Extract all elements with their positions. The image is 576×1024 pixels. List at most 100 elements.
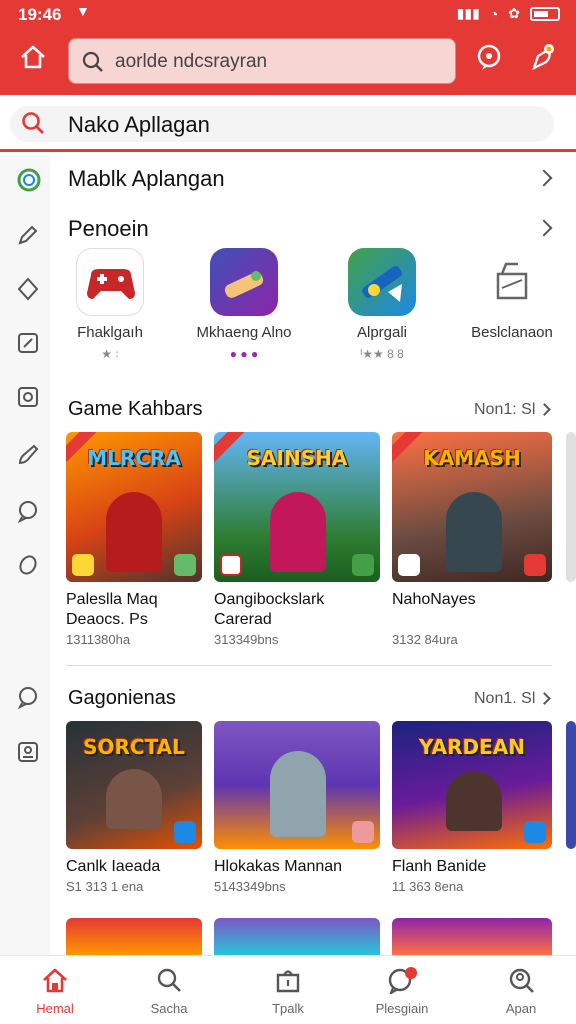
section-title: Gagonienas [68,687,176,709]
refresh-circle-icon[interactable] [16,167,41,192]
search-icon [81,50,105,80]
brush-icon[interactable] [16,443,40,467]
badge-icon [72,554,94,576]
chat-bubble-icon[interactable] [474,42,504,72]
game-card[interactable]: KAMASH NahoNayes 3132 84ura [392,432,552,647]
game-meta: 11 363 8ena [392,879,464,894]
chevron-right-icon[interactable] [538,403,551,416]
app-card[interactable]: Alprgali ᴵ★★ 8 8 [322,248,442,361]
chevron-right-icon[interactable] [535,169,553,187]
app-card[interactable]: Fhaklgaıh ★ ꞉ [50,248,170,361]
home-icon[interactable] [18,42,48,72]
nav-label: Sacha [150,1001,188,1016]
nav-label: Apan [505,1001,537,1016]
signal-icon: ▮▮▮ [456,5,480,21]
game-card[interactable]: YARDEAN Flanh Banide 11 363 8ena [392,721,552,894]
game-logo: SORCTAL [83,735,185,759]
game-card-partial[interactable] [566,721,576,849]
app-card[interactable]: Mkhaeng Alno ● ● ● [184,248,304,361]
game-thumbnail [566,721,576,849]
game-subname [392,610,552,630]
gauge-icon[interactable] [16,331,40,355]
app-card[interactable]: Beslclanaon [452,248,572,347]
tool-app-icon [348,248,416,316]
nav-label: Plesgiain [375,1001,429,1016]
box-icon[interactable] [16,385,40,409]
game-meta: 3132 84ura [392,632,458,647]
game-name: Flanh Banide [392,858,487,875]
game-meta: 1311380ha [66,632,131,647]
nav-search[interactable]: Sacha [114,956,224,1024]
game-thumbnail: KAMASH [392,432,552,582]
badge-icon [398,554,420,576]
suggestion-text: Nako Apllagan [68,112,210,137]
game-meta: S1 313 1 ena [66,879,144,894]
nav-messages[interactable]: Plesgiain [347,956,457,1024]
profile-card-icon[interactable] [16,740,40,764]
battery-icon [530,6,560,21]
game-logo: SAINSHA [246,446,348,470]
game-name: Paleslla Maq [66,591,158,608]
app-name: Alprgali [356,324,408,341]
search-suggestion-row[interactable]: Nako Apllagan [0,96,576,152]
game-card[interactable]: SORCTAL Canlk Iaeada S1 313 1 ena [66,721,202,894]
app-name: Mkhaeng Alno [196,324,292,341]
game-name: Oangibockslark [214,591,325,608]
game-card[interactable]: SAINSHA Oangibockslark Carerad 313349bns [214,432,380,647]
nav-label: Tpalk [272,1001,304,1016]
nav-label: Hemal [36,1001,74,1016]
game-thumbnail-partial[interactable] [214,918,380,955]
package-app-icon [478,248,546,316]
bottom-navigation: Hemal Sacha Tpalk Plesgiain Apan [0,955,576,1024]
app-name: Fhaklgaıh [77,324,143,341]
section-title: Game Kahbars [68,398,203,420]
game-subname: Carerad [214,611,272,628]
game-logo: MLRCRA [87,446,181,470]
diamond-icon[interactable] [16,277,40,301]
pencil-icon[interactable] [16,223,40,247]
nav-account[interactable]: Apan [466,956,576,1024]
comment-icon[interactable] [16,499,40,524]
chevron-right-icon[interactable] [535,219,553,237]
badge-icon [174,554,196,576]
game-card[interactable]: Hlokakas Mannan 5143349bns [214,721,380,894]
see-more-link[interactable]: Non1: Sl [474,401,535,419]
chat-icon [388,967,417,996]
search-placeholder: aorlde ndcsrayran [115,51,268,72]
game-thumbnail [214,721,380,849]
badge-icon [220,554,242,576]
game-thumbnail-partial[interactable] [392,918,552,955]
game-thumbnail: YARDEAN [392,721,552,849]
game-thumbnail [566,432,576,582]
badge-icon [174,821,196,843]
divider [66,665,552,666]
notification-icon[interactable] [528,42,558,72]
home-icon [43,968,67,993]
game-card[interactable]: MLRCRA Paleslla Maq Deaocs. Ps 1311380ha [66,432,202,647]
game-thumbnail: SORCTAL [66,721,202,849]
wifi-icon: ◔ [489,5,499,22]
game-name: NahoNayes [392,591,476,608]
app-meta: ᴵ★★ 8 8 [360,347,404,361]
row-penoein[interactable]: Penoein [68,216,149,242]
game-logo: KAMASH [423,446,521,470]
settings-status-icon: ✿ [508,5,520,21]
game-thumbnail-partial[interactable] [66,918,202,955]
left-rail [0,155,50,955]
row-mablk-aplangan[interactable]: Mablk Aplangan [68,166,225,192]
game-meta: 313349bns [214,632,279,647]
gamepad-app-icon [76,248,144,316]
game-card-partial[interactable] [566,432,576,582]
game-thumbnail: SAINSHA [214,432,380,582]
nav-bag[interactable]: Tpalk [233,956,343,1024]
character-art [446,771,502,831]
search-bar[interactable]: aorlde ndcsrayran [68,38,456,84]
nav-home[interactable]: Hemal [0,956,110,1024]
chevron-right-icon[interactable] [538,692,551,705]
see-more-link[interactable]: Non1. Sl [474,690,535,708]
message-icon[interactable] [16,685,40,710]
status-time: 19:46 [18,5,62,24]
badge-icon [352,821,374,843]
status-dropdown-icon: ▼ [76,3,90,19]
leaf-icon[interactable] [16,553,40,577]
